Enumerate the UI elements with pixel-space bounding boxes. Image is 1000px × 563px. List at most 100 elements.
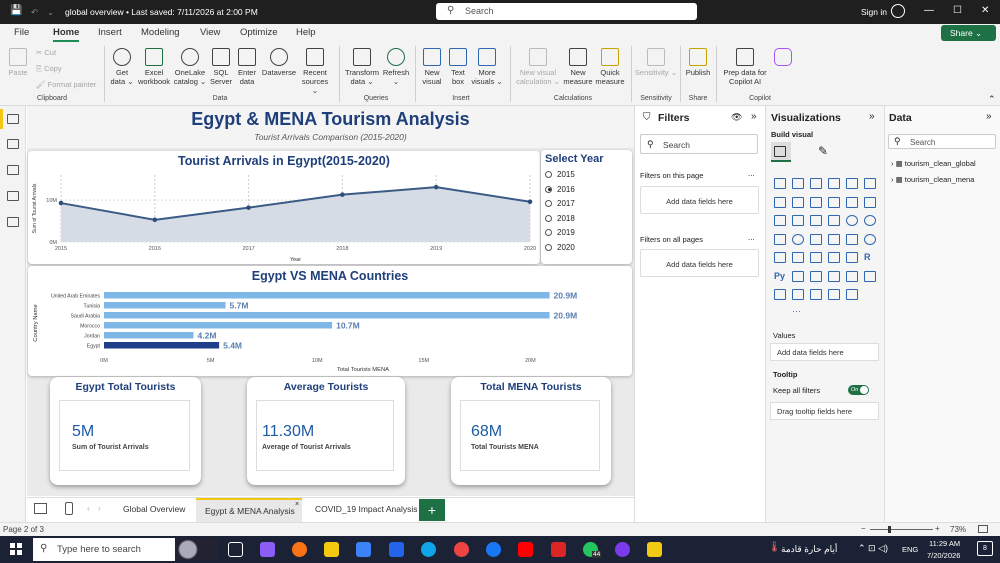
dax-query-icon[interactable] bbox=[7, 191, 19, 201]
scatter-visual-icon[interactable] bbox=[828, 215, 840, 226]
line-clustered-visual-icon[interactable] bbox=[864, 196, 876, 208]
line-column-visual-icon[interactable] bbox=[846, 196, 858, 208]
azure-map-visual-icon[interactable] bbox=[846, 233, 858, 245]
table-visual-icon[interactable] bbox=[846, 252, 858, 263]
table-view-icon[interactable] bbox=[7, 139, 19, 149]
shape-visual-icon[interactable] bbox=[846, 289, 858, 300]
paste-button[interactable]: Paste bbox=[5, 48, 31, 77]
image-visual-icon[interactable] bbox=[810, 289, 822, 300]
stacked-area-visual-icon[interactable] bbox=[810, 196, 822, 208]
collapse-ribbon-icon[interactable]: ⌃ bbox=[988, 94, 996, 105]
zoom-out-icon[interactable]: − bbox=[861, 524, 866, 533]
windows-start-icon[interactable] bbox=[10, 543, 22, 555]
recent-sources-button[interactable]: Recent sources ⌄ bbox=[298, 48, 332, 95]
tray-icons[interactable]: ⌃ ⊡ ◁) bbox=[858, 543, 888, 554]
zoom-in-icon[interactable]: + bbox=[935, 524, 940, 533]
text-box-button[interactable]: Text box bbox=[446, 48, 470, 86]
ribbon-visual-icon[interactable] bbox=[774, 215, 786, 226]
collapse-pane-icon[interactable]: » bbox=[986, 111, 992, 122]
signin-link[interactable]: Sign in bbox=[861, 7, 887, 17]
waterfall-visual-icon[interactable] bbox=[792, 215, 804, 226]
next-page-icon[interactable]: › bbox=[98, 504, 101, 513]
tab-global-overview[interactable]: Global Overview bbox=[123, 504, 185, 514]
publish-button[interactable]: Publish bbox=[684, 48, 712, 77]
line-chart-card[interactable]: Tourist Arrivals in Egypt(2015-2020) 201… bbox=[28, 151, 540, 264]
refresh-button[interactable]: Refresh ⌄ bbox=[381, 48, 411, 86]
year-slicer[interactable]: Select Year 2015 2016 2017 2018 2019 2020 bbox=[541, 150, 632, 264]
table-item[interactable]: › ▦ tourism_clean_global bbox=[891, 159, 976, 168]
facebook-icon[interactable] bbox=[486, 542, 501, 557]
more-options-icon[interactable]: ... bbox=[748, 169, 755, 178]
clustered-column-visual-icon[interactable] bbox=[828, 178, 840, 189]
file-explorer-icon[interactable] bbox=[324, 542, 339, 557]
kpi-card-mena-total[interactable]: Total MENA Tourists 68M Total Tourists M… bbox=[451, 377, 611, 485]
prep-data-copilot-button[interactable]: Prep data for Copilot AI bbox=[720, 48, 770, 86]
chrome-icon[interactable] bbox=[454, 542, 469, 557]
zoom-slider[interactable] bbox=[870, 529, 933, 530]
build-visual-tab[interactable] bbox=[771, 142, 791, 162]
stacked-column-visual-icon[interactable] bbox=[792, 178, 804, 189]
excel-button[interactable]: Excel workbook bbox=[136, 48, 172, 86]
card-visual-icon[interactable] bbox=[774, 252, 786, 263]
copy-button[interactable]: ⎘ Copy bbox=[36, 64, 62, 73]
donut-visual-icon[interactable] bbox=[864, 215, 876, 226]
new-visual-calc-button[interactable]: New visual calculation ⌄ bbox=[512, 48, 564, 86]
qa-visual-icon[interactable] bbox=[846, 270, 858, 282]
collapse-pane-icon[interactable]: » bbox=[751, 111, 757, 122]
eye-icon[interactable]: 👁 bbox=[731, 112, 742, 123]
filled-map-visual-icon[interactable] bbox=[810, 233, 822, 245]
search-box[interactable]: ⚲ Search bbox=[436, 3, 697, 20]
paginated-visual-icon[interactable] bbox=[792, 270, 804, 282]
slicer-option-2015[interactable]: 2015 bbox=[545, 170, 575, 179]
undo-icon[interactable]: ↶ bbox=[31, 7, 38, 18]
slicer-option-2020[interactable]: 2020 bbox=[545, 243, 575, 252]
enter-data-button[interactable]: Enter data bbox=[234, 48, 260, 86]
page-filter-well[interactable]: Add data fields here bbox=[640, 186, 759, 214]
onelake-button[interactable]: OneLake catalog ⌄ bbox=[172, 48, 208, 86]
prev-page-icon[interactable]: ‹ bbox=[87, 504, 90, 513]
values-well[interactable]: Add data fields here bbox=[770, 343, 879, 361]
100-area-visual-icon[interactable] bbox=[828, 196, 840, 208]
clustered-bar-visual-icon[interactable] bbox=[810, 178, 822, 189]
format-visual-icon[interactable]: ✎ bbox=[818, 144, 828, 158]
language-indicator[interactable]: ENG bbox=[902, 545, 918, 554]
stacked-bar-visual-icon[interactable] bbox=[774, 178, 786, 189]
narrative-visual-icon[interactable] bbox=[864, 270, 876, 282]
format-painter-button[interactable]: 🖌 Format painter bbox=[36, 80, 96, 89]
menu-optimize[interactable]: Optimize bbox=[240, 27, 277, 38]
copilot-icon[interactable] bbox=[260, 542, 275, 557]
tab-covid19-impact[interactable]: COVID_19 Impact Analysis bbox=[315, 504, 418, 514]
close-tab-icon[interactable]: × bbox=[295, 501, 299, 508]
kpi-card-average[interactable]: Average Tourists 11.30M Average of Touri… bbox=[247, 377, 405, 485]
menu-view[interactable]: View bbox=[200, 27, 220, 38]
gauge-visual-icon[interactable] bbox=[864, 233, 876, 245]
tooltip-well[interactable]: Drag tooltip fields here bbox=[770, 402, 879, 420]
treemap-visual-icon[interactable] bbox=[774, 233, 786, 245]
new-visual-button[interactable]: New visual bbox=[418, 48, 446, 86]
task-view-icon[interactable] bbox=[228, 542, 243, 557]
notification-icon[interactable]: 8 bbox=[977, 541, 993, 556]
data-search[interactable]: ⚲ Search bbox=[888, 134, 996, 149]
zoom-thumb[interactable] bbox=[888, 526, 891, 533]
save-icon[interactable]: 💾 bbox=[10, 5, 22, 16]
account-icon[interactable] bbox=[891, 4, 905, 18]
powerbi-taskbar-icon[interactable] bbox=[647, 542, 662, 557]
pie-visual-icon[interactable] bbox=[846, 215, 858, 226]
collapse-pane-icon[interactable]: » bbox=[869, 111, 875, 122]
mail-icon[interactable] bbox=[389, 542, 404, 557]
keep-filters-toggle[interactable]: On bbox=[848, 385, 869, 395]
youtube-icon[interactable] bbox=[518, 542, 533, 557]
report-view-icon[interactable] bbox=[7, 114, 19, 124]
shape-map-visual-icon[interactable] bbox=[828, 233, 840, 245]
slicer-option-2016[interactable]: 2016 bbox=[545, 185, 575, 194]
desktop-layout-icon[interactable] bbox=[34, 503, 47, 514]
line-visual-icon[interactable] bbox=[774, 196, 786, 208]
dataverse-button[interactable]: Dataverse bbox=[260, 48, 298, 77]
minimize-icon[interactable]: — bbox=[924, 5, 934, 16]
tab-egypt-mena-analysis[interactable]: Egypt & MENA Analysis × bbox=[196, 498, 302, 523]
all-pages-filter-well[interactable]: Add data fields here bbox=[640, 249, 759, 277]
fit-page-icon[interactable] bbox=[978, 525, 988, 533]
multi-card-visual-icon[interactable] bbox=[792, 252, 804, 263]
slicer-option-2017[interactable]: 2017 bbox=[545, 199, 575, 208]
more-options-icon[interactable]: ... bbox=[748, 233, 755, 242]
